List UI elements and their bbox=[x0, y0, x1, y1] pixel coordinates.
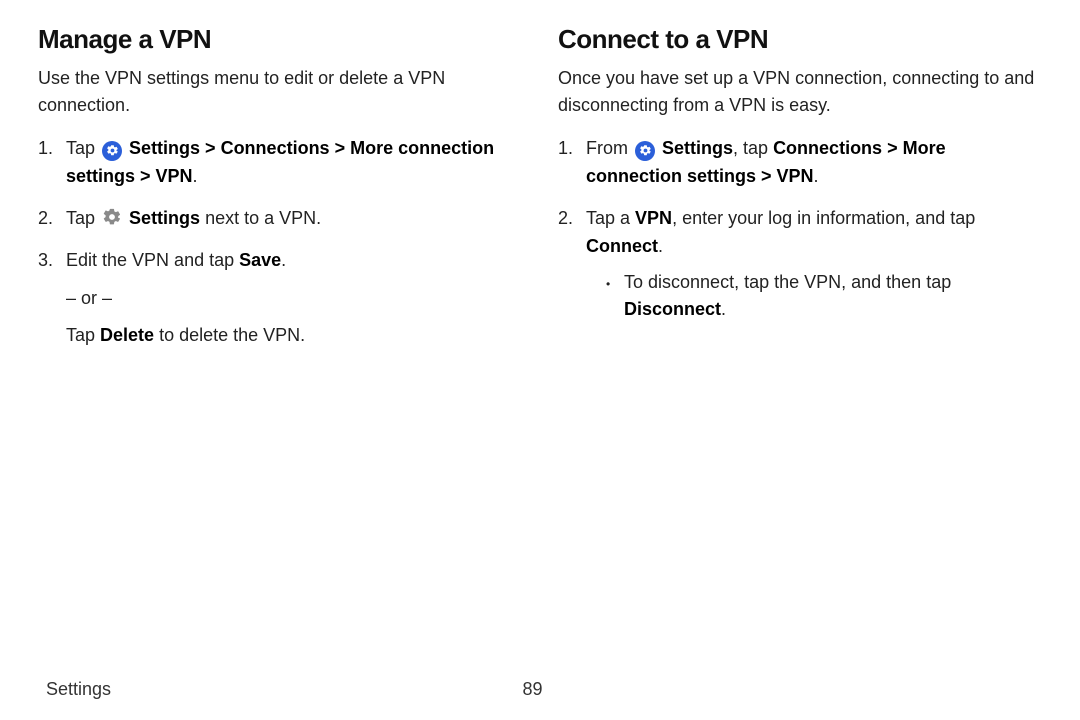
bold-text: Settings > Connections > More connection… bbox=[66, 138, 494, 186]
right-step-2: Tap a VPN, enter your log in information… bbox=[558, 205, 1042, 325]
period: . bbox=[721, 299, 726, 319]
text: Tap bbox=[66, 138, 100, 158]
period: . bbox=[193, 166, 198, 186]
settings-cog-icon bbox=[102, 207, 122, 227]
or-text: – or – bbox=[66, 285, 522, 313]
text: Tap bbox=[66, 208, 100, 228]
text: , enter your log in information, and tap bbox=[672, 208, 975, 228]
left-steps: Tap Settings > Connections > More connec… bbox=[38, 135, 522, 350]
text: Tap bbox=[66, 325, 100, 345]
right-step-1: From Settings, tap Connections > More co… bbox=[558, 135, 1042, 191]
bold-text: Connect bbox=[586, 236, 658, 256]
footer-page-number: 89 bbox=[31, 679, 1034, 700]
left-step-3: Edit the VPN and tap Save. – or – Tap De… bbox=[38, 247, 522, 351]
bold-text: VPN bbox=[635, 208, 672, 228]
right-heading: Connect to a VPN bbox=[558, 24, 1042, 55]
period: . bbox=[658, 236, 663, 256]
bold-text: Disconnect bbox=[624, 299, 721, 319]
bold-text: Delete bbox=[100, 325, 154, 345]
settings-app-icon bbox=[635, 141, 655, 161]
right-intro: Once you have set up a VPN connection, c… bbox=[558, 65, 1042, 119]
page-columns: Manage a VPN Use the VPN settings menu t… bbox=[38, 24, 1042, 364]
right-column: Connect to a VPN Once you have set up a … bbox=[558, 24, 1042, 364]
right-steps: From Settings, tap Connections > More co… bbox=[558, 135, 1042, 324]
page-footer: Settings 89 bbox=[0, 679, 1080, 700]
text: to delete the VPN. bbox=[154, 325, 305, 345]
period: . bbox=[281, 250, 286, 270]
period: . bbox=[814, 166, 819, 186]
bullet-item: To disconnect, tap the VPN, and then tap… bbox=[606, 269, 1042, 325]
left-heading: Manage a VPN bbox=[38, 24, 522, 55]
left-column: Manage a VPN Use the VPN settings menu t… bbox=[38, 24, 522, 364]
bold-text: Save bbox=[239, 250, 281, 270]
alt-text: Tap Delete to delete the VPN. bbox=[66, 322, 522, 350]
text: Edit the VPN and tap bbox=[66, 250, 239, 270]
text: From bbox=[586, 138, 633, 158]
left-step-1: Tap Settings > Connections > More connec… bbox=[38, 135, 522, 191]
left-intro: Use the VPN settings menu to edit or del… bbox=[38, 65, 522, 119]
sub-bullets: To disconnect, tap the VPN, and then tap… bbox=[586, 269, 1042, 325]
text: Tap a bbox=[586, 208, 635, 228]
bold-text: Settings bbox=[662, 138, 733, 158]
text: next to a VPN. bbox=[200, 208, 321, 228]
text: To disconnect, tap the VPN, and then tap bbox=[624, 272, 951, 292]
text: , tap bbox=[733, 138, 773, 158]
settings-app-icon bbox=[102, 141, 122, 161]
left-step-2: Tap Settings next to a VPN. bbox=[38, 205, 522, 233]
bold-text: Settings bbox=[129, 208, 200, 228]
